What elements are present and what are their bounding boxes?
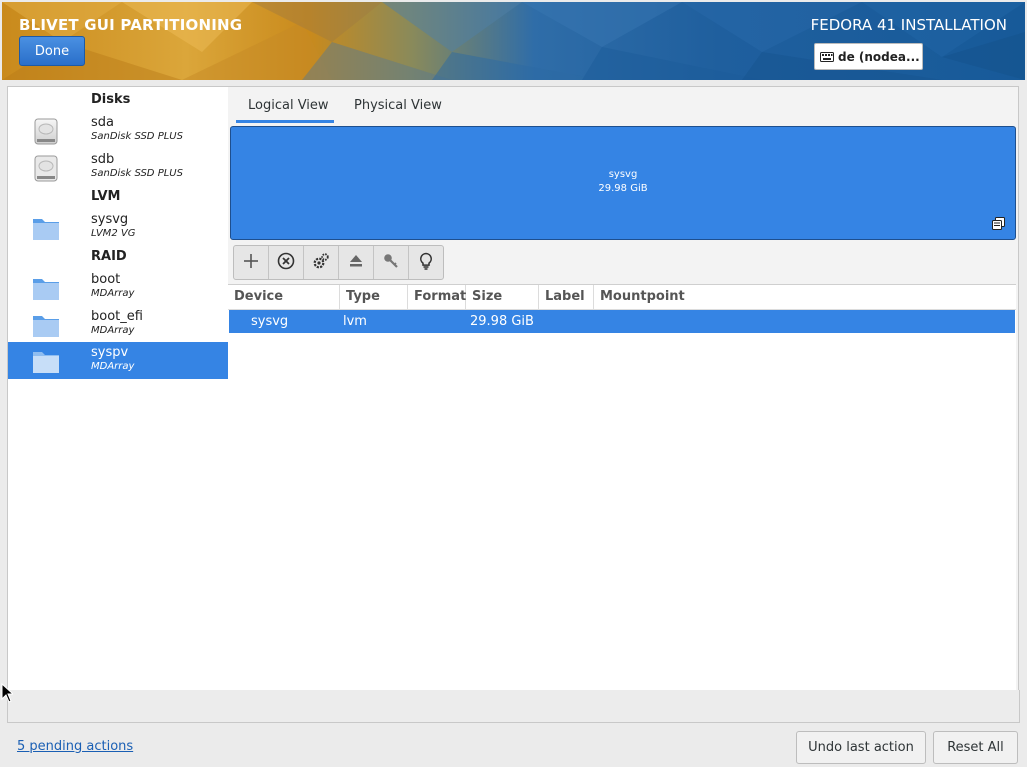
device-description: LVM2 VG [91, 228, 136, 239]
copy-icon [992, 217, 1005, 234]
device-description: SanDisk SSD PLUS [91, 168, 183, 179]
edit-settings-icon [312, 252, 330, 274]
device-name: sdb [91, 152, 115, 167]
device-name: boot [91, 272, 121, 287]
device-list: Disks sda SanDisk SSD PLUS sdb SanDisk S… [7, 86, 230, 692]
hard-disk-icon [32, 154, 60, 182]
column-header-device[interactable]: Device [228, 285, 340, 309]
keyboard-layout-indicator[interactable]: de (nodea... [814, 43, 923, 70]
eject-icon [348, 253, 364, 273]
tab-physical-view[interactable]: Physical View [354, 98, 442, 113]
app-title: BLIVET GUI PARTITIONING [19, 16, 243, 34]
delete-icon [277, 252, 295, 274]
device-item-boot[interactable]: boot MDArray [8, 269, 229, 306]
done-button[interactable]: Done [19, 36, 85, 66]
folder-icon [32, 347, 60, 375]
add-button[interactable] [234, 246, 269, 279]
status-area [7, 690, 1020, 723]
column-header-size[interactable]: Size [466, 285, 539, 309]
device-name: sysvg [91, 212, 129, 227]
decrypt-button[interactable] [374, 246, 409, 279]
cell-type: lvm [343, 314, 367, 329]
device-item-sda[interactable]: sda SanDisk SSD PLUS [8, 112, 229, 149]
delete-button[interactable] [269, 246, 304, 279]
device-name: sda [91, 115, 114, 130]
visual-device-name: sysvg [608, 169, 638, 180]
column-header-mountpoint[interactable]: Mountpoint [594, 285, 1016, 309]
device-description: SanDisk SSD PLUS [91, 131, 183, 142]
table-header: Device Type Format Size Label Mountpoint [228, 285, 1016, 310]
folder-icon [32, 274, 60, 302]
group-heading-raid: RAID [91, 249, 127, 264]
undo-last-action-button[interactable]: Undo last action [796, 731, 926, 764]
eject-button[interactable] [339, 246, 374, 279]
product-title: FEDORA 41 INSTALLATION [810, 16, 1007, 34]
mouse-pointer-icon [1, 683, 13, 703]
cell-device: sysvg [251, 314, 289, 329]
keyboard-layout-label: de (nodea... [838, 49, 920, 64]
group-heading-disks: Disks [91, 92, 131, 107]
device-name: boot_efi [91, 309, 143, 324]
device-visualization-sysvg[interactable]: sysvg 29.98 GiB [230, 126, 1016, 240]
folder-icon [32, 311, 60, 339]
hard-disk-icon [32, 117, 60, 145]
pending-actions-link[interactable]: 5 pending actions [17, 739, 133, 754]
keyboard-icon [820, 51, 834, 62]
action-toolbar [233, 245, 444, 280]
info-button[interactable] [409, 246, 443, 279]
active-tab-indicator [236, 120, 334, 123]
device-description: MDArray [91, 325, 135, 336]
device-detail-panel: Logical View Physical View sysvg 29.98 G… [228, 86, 1019, 692]
visual-device-size: 29.98 GiB [598, 183, 648, 194]
column-header-type[interactable]: Type [340, 285, 408, 309]
edit-settings-button[interactable] [304, 246, 339, 279]
device-item-syspv[interactable]: syspv MDArray [8, 342, 229, 379]
device-item-boot-efi[interactable]: boot_efi MDArray [8, 306, 229, 343]
device-item-sdb[interactable]: sdb SanDisk SSD PLUS [8, 149, 229, 186]
header-bar: BLIVET GUI PARTITIONING Done FEDORA 41 I… [2, 2, 1025, 80]
tab-logical-view[interactable]: Logical View [248, 98, 329, 113]
column-header-label[interactable]: Label [539, 285, 594, 309]
device-item-sysvg[interactable]: sysvg LVM2 VG [8, 209, 229, 246]
device-description: MDArray [91, 361, 135, 372]
device-name: syspv [91, 345, 129, 360]
cell-size: 29.98 GiB [470, 314, 534, 329]
reset-all-button[interactable]: Reset All [933, 731, 1018, 764]
lightbulb-icon [418, 252, 434, 274]
device-table: Device Type Format Size Label Mountpoint… [228, 284, 1016, 691]
key-icon [383, 253, 399, 273]
column-header-format[interactable]: Format [408, 285, 466, 309]
folder-icon [32, 214, 60, 242]
table-row[interactable]: sysvg lvm 29.98 GiB [229, 310, 1015, 333]
group-heading-lvm: LVM [91, 189, 121, 204]
add-icon [243, 253, 259, 273]
device-description: MDArray [91, 288, 135, 299]
